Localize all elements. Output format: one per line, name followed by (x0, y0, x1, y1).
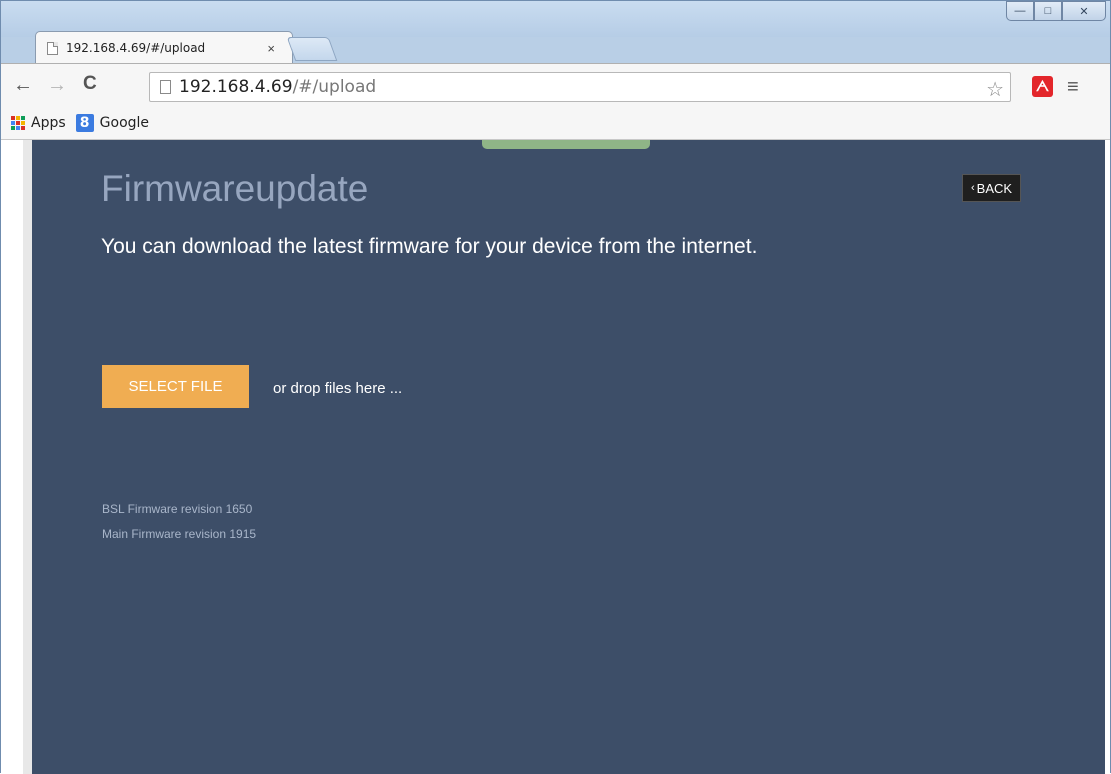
window-left-margin (1, 140, 23, 774)
tab-content: 192.168.4.69/#/upload × (47, 34, 287, 62)
back-button[interactable]: ‹ BACK (962, 174, 1022, 202)
tab-title[interactable]: 192.168.4.69/#/upload (66, 41, 267, 55)
apps-grid-icon (11, 116, 25, 130)
chevron-left-icon: ‹ (971, 182, 975, 194)
menu-icon[interactable]: ≡ (1067, 76, 1079, 99)
url-path: /#/upload (292, 77, 377, 97)
bookmark-apps[interactable]: Apps (11, 115, 66, 131)
window-controls: — □ ✕ (1006, 1, 1106, 21)
minimize-button[interactable]: — (1006, 1, 1034, 21)
bookmark-label: Google (99, 115, 150, 131)
status-indicator (482, 140, 650, 149)
reload-icon[interactable]: C (83, 73, 97, 95)
drop-zone-text[interactable]: or drop files here ... (273, 380, 402, 397)
back-arrow-icon[interactable]: ← (13, 74, 33, 97)
maximize-button[interactable]: □ (1034, 1, 1062, 21)
tab-close-icon[interactable]: × (267, 41, 275, 56)
browser-window: 192.168.4.69/#/upload × — □ ✕ ← → C 192.… (0, 0, 1111, 774)
main-firmware-revision: Main Firmware revision 1915 (102, 527, 257, 541)
new-tab-button[interactable] (286, 37, 338, 61)
page-subtitle: You can download the latest firmware for… (101, 235, 758, 258)
select-file-button[interactable]: SELECT FILE (102, 365, 249, 408)
bookmark-star-icon[interactable]: ☆ (986, 77, 1004, 102)
bookmark-label: Apps (31, 115, 66, 131)
page-title: Firmwareupdate (101, 168, 369, 209)
address-bar[interactable]: 192.168.4.69/#/upload ☆ (149, 72, 1011, 102)
close-window-button[interactable]: ✕ (1062, 1, 1106, 21)
url-host: 192.168.4.69 (179, 77, 293, 97)
bookmark-google[interactable]: 8 Google (75, 114, 150, 132)
back-button-label: BACK (976, 180, 1013, 196)
forward-arrow-icon[interactable]: → (47, 74, 67, 97)
page-content: Firmwareupdate ‹ BACK You can download t… (32, 140, 1105, 774)
page-icon (160, 80, 171, 94)
page-icon (47, 41, 58, 55)
bookmarks-bar: Apps 8 Google (1, 107, 1110, 140)
browser-toolbar: ← → C 192.168.4.69/#/upload ☆ ᗅ ≡ (1, 63, 1110, 108)
extension-icon[interactable]: ᗅ (1032, 76, 1053, 97)
bsl-firmware-revision: BSL Firmware revision 1650 (102, 502, 253, 516)
google-icon: 8 (75, 114, 94, 132)
